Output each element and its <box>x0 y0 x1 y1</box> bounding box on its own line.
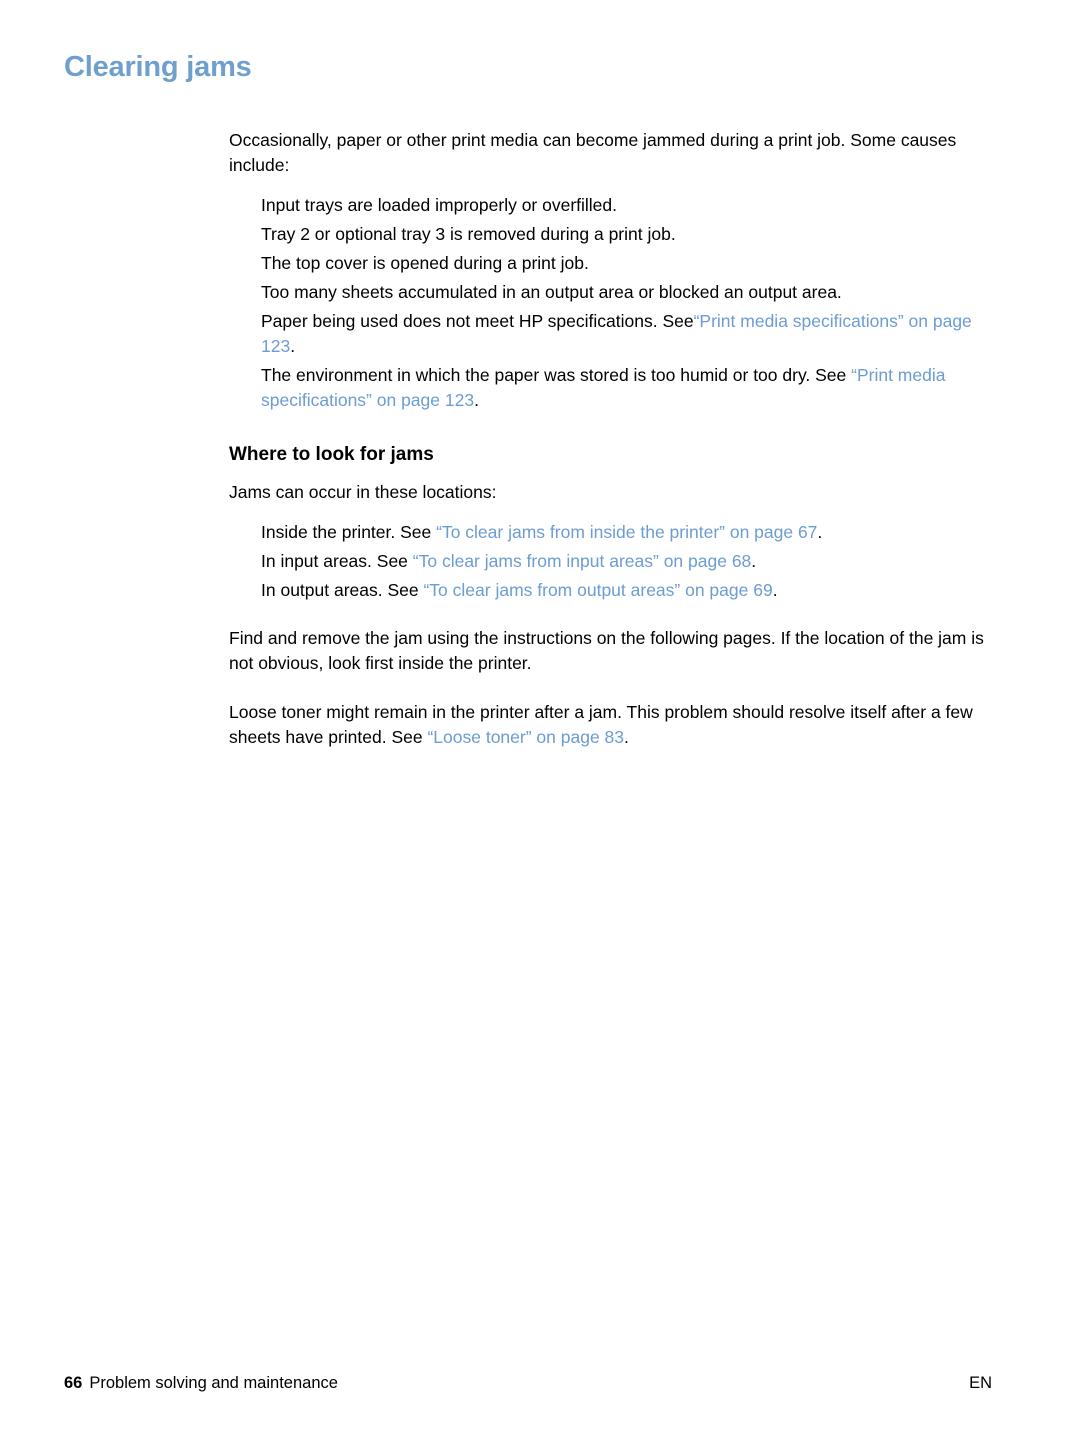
cause-text: The top cover is opened during a print j… <box>261 253 589 273</box>
document-page: Clearing jams Occasionally, paper or oth… <box>0 0 1080 1437</box>
closing-paragraph-1: Find and remove the jam using the instru… <box>229 628 984 673</box>
page-footer: 66 Problem solving and maintenance EN <box>64 1374 1016 1398</box>
location-text-tail: . <box>772 580 778 600</box>
cause-text: Paper being used does not meet HP specif… <box>261 311 694 331</box>
cross-reference-link-input-areas[interactable]: “To clear jams from input areas” on page… <box>413 551 752 571</box>
location-text-tail: . <box>817 522 823 542</box>
footer-left-group: 66 Problem solving and maintenance <box>64 1374 338 1393</box>
list-item: The top cover is opened during a print j… <box>229 251 997 276</box>
section-heading-where-to-look: Where to look for jams <box>229 444 434 465</box>
list-item: Paper being used does not meet HP specif… <box>229 309 997 359</box>
list-item: Tray 2 or optional tray 3 is removed dur… <box>229 222 997 247</box>
cause-text: The environment in which the paper was s… <box>261 365 852 385</box>
cross-reference-link-inside-printer[interactable]: “To clear jams from inside the printer” … <box>436 522 817 542</box>
location-text: Inside the printer. See <box>261 522 437 542</box>
location-text: In input areas. See <box>261 551 413 571</box>
list-item: Input trays are loaded improperly or ove… <box>229 193 997 218</box>
cross-reference-link-loose-toner[interactable]: “Loose toner” on page 83 <box>427 727 624 747</box>
where-to-look-intro: Jams can occur in these locations: <box>229 482 497 502</box>
cause-text: Input trays are loaded improperly or ove… <box>261 195 618 215</box>
closing-text-tail: . <box>624 727 629 747</box>
cause-text-tail: . <box>474 390 479 410</box>
cause-text: Tray 2 or optional tray 3 is removed dur… <box>261 224 676 244</box>
page-title: Clearing jams <box>64 51 252 83</box>
footer-language-code: EN <box>969 1374 992 1392</box>
closing-paragraph-2: Loose toner might remain in the printer … <box>229 700 997 750</box>
list-item: Inside the printer. See “To clear jams f… <box>229 520 997 545</box>
location-text-tail: . <box>751 551 757 571</box>
list-item: Too many sheets accumulated in an output… <box>229 280 997 305</box>
list-item: In output areas. See “To clear jams from… <box>229 578 997 603</box>
footer-page-number: 66 <box>64 1374 83 1392</box>
jam-locations-list: Inside the printer. See “To clear jams f… <box>229 520 997 603</box>
cross-reference-link-output-areas[interactable]: “To clear jams from output areas” on pag… <box>423 580 772 600</box>
location-text: In output areas. See <box>261 580 424 600</box>
intro-paragraph: Occasionally, paper or other print media… <box>229 130 957 175</box>
cause-text: Too many sheets accumulated in an output… <box>261 282 842 302</box>
cause-text-tail: . <box>290 336 296 356</box>
list-item: In input areas. See “To clear jams from … <box>229 549 997 574</box>
footer-section-title: Problem solving and maintenance <box>89 1374 338 1392</box>
content-column: Occasionally, paper or other print media… <box>229 128 997 765</box>
jam-causes-list: Input trays are loaded improperly or ove… <box>229 193 997 413</box>
list-item: The environment in which the paper was s… <box>229 363 997 413</box>
